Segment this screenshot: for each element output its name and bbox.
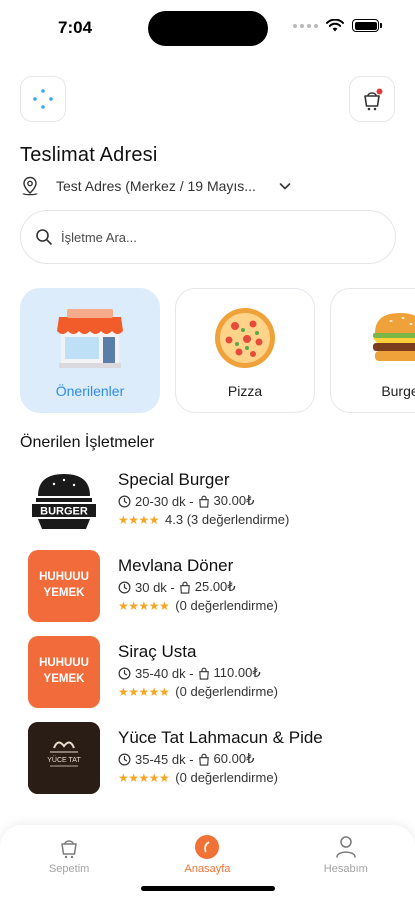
- wifi-icon: [326, 19, 344, 32]
- signal-dots-icon: [293, 23, 318, 28]
- category-label: Önerilenler: [55, 383, 125, 399]
- dots-circle-icon: [33, 89, 53, 109]
- search-bar[interactable]: [20, 210, 396, 264]
- clock-icon: [118, 753, 131, 765]
- chevron-down-icon: [279, 183, 291, 190]
- restaurant-card[interactable]: BURGER Special Burger 20-30 dk - 30.00₺ …: [28, 464, 398, 550]
- battery-icon: [352, 19, 382, 32]
- restaurant-logo: BURGER: [28, 464, 100, 536]
- delivery-time: 20-30 dk -: [135, 493, 194, 509]
- menu-button[interactable]: [20, 76, 66, 122]
- location-pin-icon: [22, 176, 38, 196]
- restaurant-name: Mevlana Döner: [118, 556, 234, 575]
- status-bar: 7:04: [0, 0, 415, 58]
- basket-icon: [364, 88, 383, 111]
- rating-text: (0 değerlendirme): [175, 770, 278, 785]
- category-card-pizza[interactable]: Pizza: [175, 288, 315, 413]
- delivery-time: 35-40 dk -: [135, 665, 194, 681]
- restaurant-name: Special Burger: [118, 470, 230, 489]
- min-order: 25.00₺: [194, 579, 236, 594]
- nav-item-account[interactable]: Hesabım: [301, 835, 391, 900]
- clock-icon: [118, 581, 131, 593]
- dynamic-island: [148, 11, 268, 46]
- delivery-time: 35-45 dk -: [135, 751, 194, 767]
- search-input[interactable]: [61, 229, 361, 245]
- pizza-icon: [209, 307, 281, 369]
- rating-text: (0 değerlendirme): [175, 598, 278, 613]
- restaurant-name: Yüce Tat Lahmacun & Pide: [118, 728, 323, 747]
- search-icon: [36, 229, 52, 245]
- shopping-bag-icon: [198, 495, 209, 508]
- nav-label: Anasayfa: [184, 863, 231, 875]
- shop-icon: [54, 307, 126, 369]
- restaurant-logo: HUHUUU YEMEK: [28, 550, 100, 622]
- rating-text: 4.3 (3 değerlendirme): [165, 512, 290, 527]
- status-icons: [293, 19, 382, 32]
- burger-icon: [364, 307, 415, 369]
- home-icon: [195, 835, 220, 859]
- min-order: 60.00₺: [213, 751, 255, 766]
- restaurant-card[interactable]: HUHUUU YEMEK Mevlana Döner 30 dk - 25.00…: [28, 550, 398, 636]
- nav-label: Sepetim: [48, 863, 90, 875]
- nav-item-cart[interactable]: Sepetim: [24, 835, 114, 900]
- star-rating-icon: ★★★★★: [118, 598, 170, 613]
- star-rating-icon: ★★★★★: [118, 770, 170, 785]
- nav-label: Hesabım: [323, 863, 368, 875]
- restaurant-name: Siraç Usta: [118, 642, 197, 661]
- star-rating-icon: ★★★★: [118, 512, 160, 527]
- shopping-bag-icon: [198, 753, 209, 766]
- home-indicator: [141, 886, 275, 891]
- category-card-recommended[interactable]: Önerilenler: [20, 288, 160, 413]
- basket-icon: [61, 840, 77, 859]
- address-value: Test Adres (Merkez / 19 Mayıs...: [56, 178, 256, 194]
- status-time: 7:04: [58, 18, 93, 37]
- restaurant-logo: YÜCE TAT: [28, 722, 100, 794]
- user-icon: [336, 836, 356, 858]
- clock-icon: [118, 667, 131, 679]
- min-order: 110.00₺: [213, 665, 261, 680]
- shopping-bag-icon: [198, 667, 209, 680]
- shopping-bag-icon: [179, 581, 190, 594]
- restaurant-logo-text: BURGER: [40, 506, 88, 518]
- category-label: Pizza: [227, 383, 263, 399]
- category-label: Burge: [381, 383, 415, 399]
- delivery-address-title: Teslimat Adresi: [20, 144, 158, 166]
- restaurant-list: BURGER Special Burger 20-30 dk - 30.00₺ …: [28, 464, 398, 808]
- restaurant-logo: HUHUUU YEMEK: [28, 636, 100, 708]
- restaurant-card[interactable]: HUHUUU YEMEK Siraç Usta 35-40 dk - 110.0…: [28, 636, 398, 722]
- clock-icon: [118, 495, 131, 507]
- address-selector[interactable]: Test Adres (Merkez / 19 Mayıs...: [20, 175, 325, 197]
- min-order: 30.00₺: [213, 493, 255, 508]
- category-list: Önerilenler Pizza Burge: [20, 288, 415, 413]
- star-rating-icon: ★★★★★: [118, 684, 170, 699]
- restaurant-logo-text: YÜCE TAT: [47, 756, 81, 764]
- restaurant-card[interactable]: YÜCE TAT Yüce Tat Lahmacun & Pide 35-45 …: [28, 722, 398, 808]
- cart-button[interactable]: [349, 76, 395, 122]
- category-card-burger[interactable]: Burge: [330, 288, 415, 413]
- section-title: Önerilen İşletmeler: [20, 434, 155, 451]
- rating-text: (0 değerlendirme): [175, 684, 278, 699]
- delivery-time: 30 dk -: [135, 579, 175, 595]
